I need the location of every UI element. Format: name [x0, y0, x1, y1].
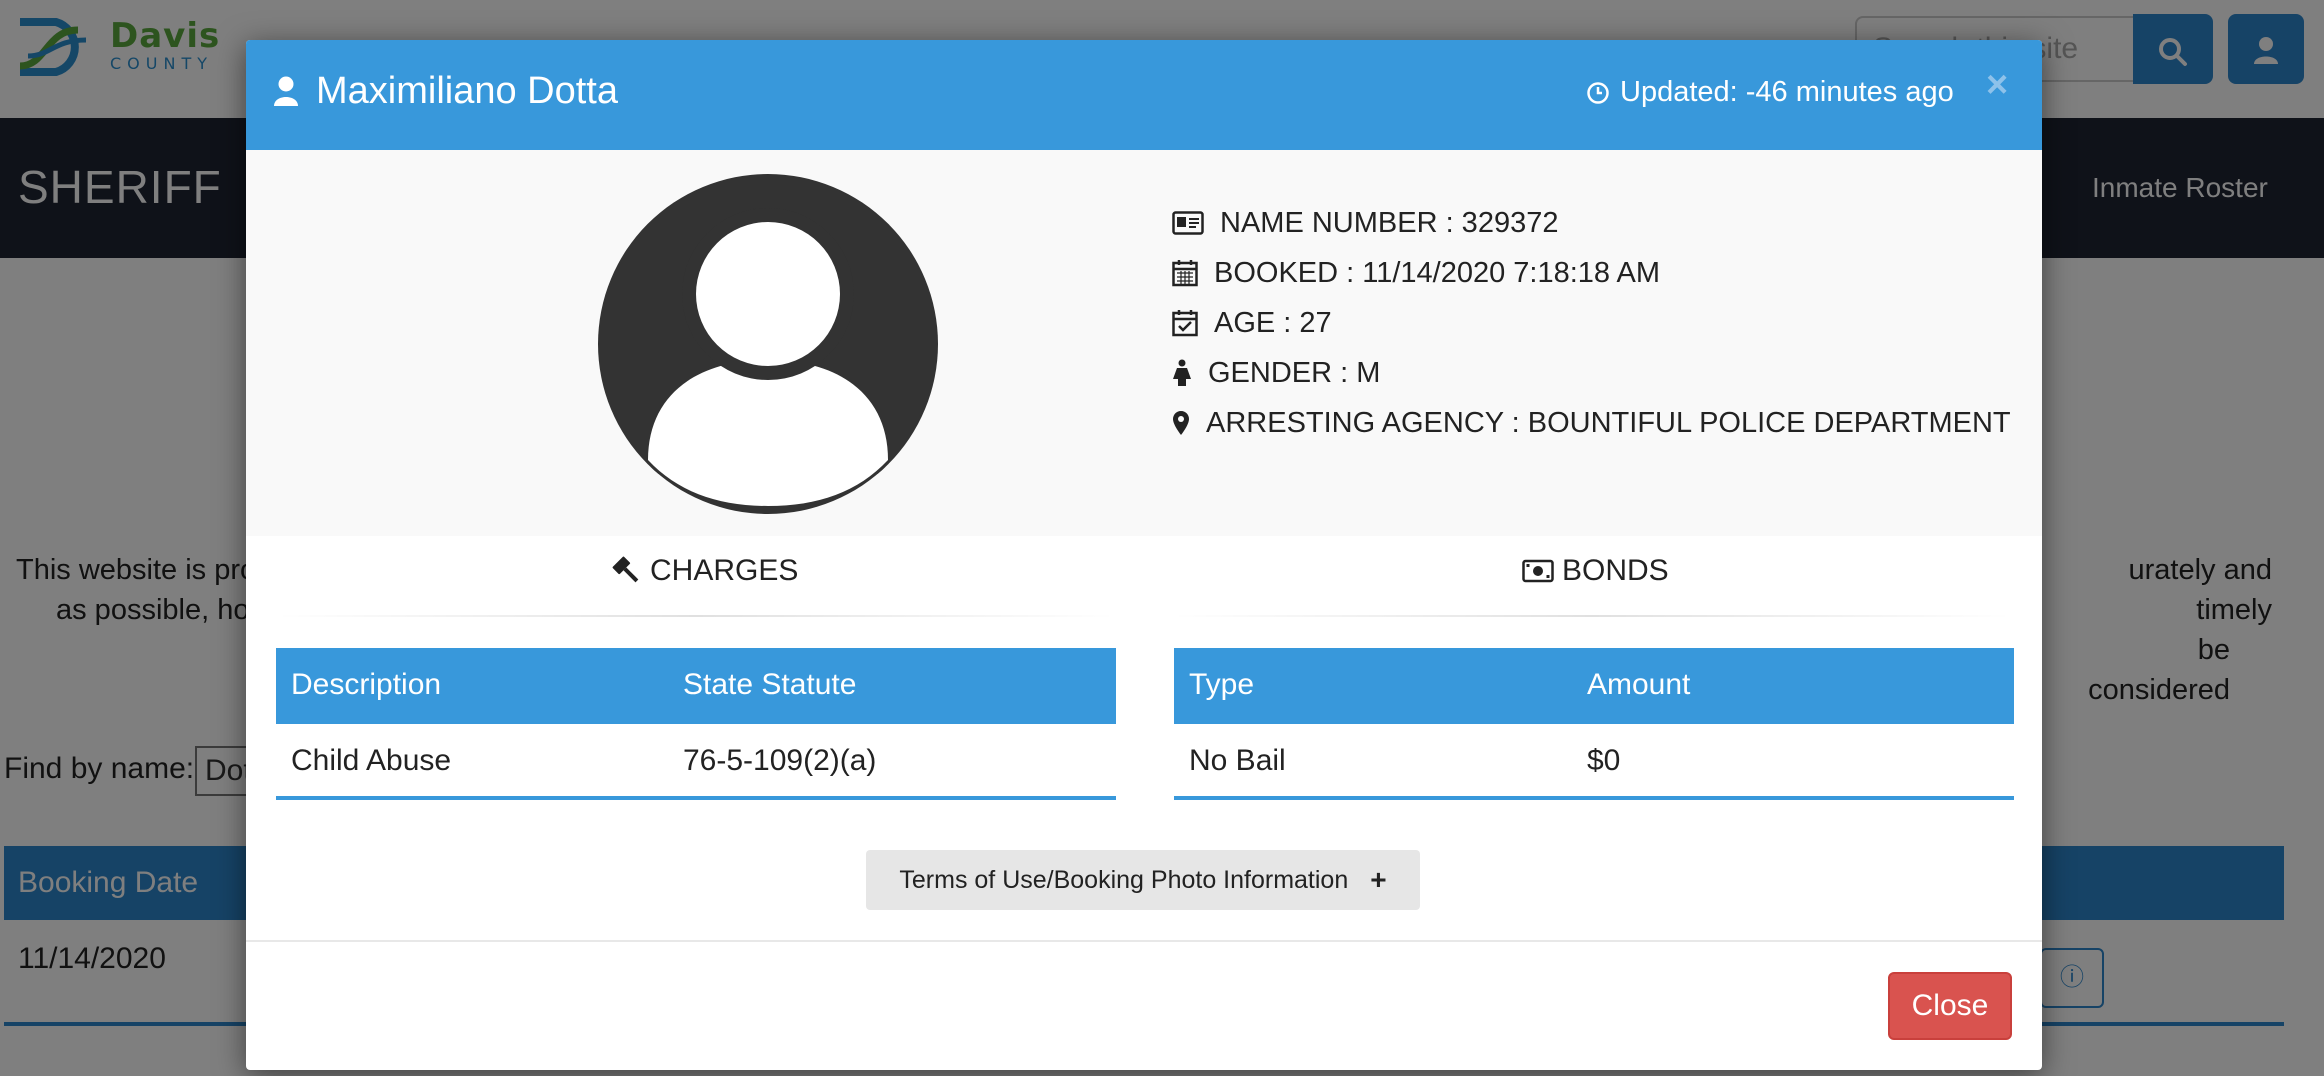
inmate-details: NAME NUMBER : 329372 BOOKED : 11/14/2020… [1172, 198, 2011, 448]
user-icon [274, 76, 298, 106]
charge-description: Child Abuse [291, 744, 452, 777]
money-icon [1522, 559, 1554, 583]
inmate-detail-modal: Maximiliano Dotta Updated: -46 minutes a… [246, 40, 2042, 1070]
charges-table: Description State Statute Child Abuse 76… [276, 648, 1116, 800]
calendar-icon [1172, 260, 1198, 287]
name-number-row: NAME NUMBER : 329372 [1172, 198, 2011, 248]
close-button[interactable]: Close [1888, 972, 2012, 1040]
clock-icon [1587, 81, 1609, 104]
charges-divider [276, 615, 1116, 617]
table-row: Child Abuse 76-5-109(2)(a) [276, 724, 1116, 800]
gavel-icon [612, 556, 639, 583]
terms-label: Terms of Use/Booking Photo Information [899, 865, 1349, 894]
gender-icon [1173, 359, 1191, 386]
gender: GENDER : M [1208, 356, 1381, 389]
column-header: Type [1189, 668, 1255, 701]
agency-row: ARRESTING AGENCY : BOUNTIFUL POLICE DEPA… [1172, 398, 2011, 448]
booked-date: BOOKED : 11/14/2020 7:18:18 AM [1214, 256, 1661, 289]
modal-title: Maximiliano Dotta [274, 70, 618, 113]
gender-row: GENDER : M [1172, 348, 2011, 398]
charges-table-header: Description State Statute [276, 648, 1116, 724]
charge-statute: 76-5-109(2)(a) [683, 744, 877, 777]
arresting-agency: ARRESTING AGENCY : BOUNTIFUL POLICE DEPA… [1206, 406, 2011, 439]
age-row: AGE : 27 [1172, 298, 2011, 348]
modal-footer-divider [246, 940, 2042, 942]
bond-type: No Bail [1189, 744, 1286, 777]
table-row: No Bail $0 [1174, 724, 2014, 800]
column-header: Amount [1587, 668, 1691, 701]
charges-title: CHARGES [612, 554, 798, 588]
column-header: State Statute [683, 668, 857, 701]
updated-status: Updated: -46 minutes ago [1586, 76, 1954, 109]
bonds-table-header: Type Amount [1174, 648, 2014, 724]
bonds-title: BONDS [1522, 554, 1669, 588]
charges-label: CHARGES [650, 554, 799, 587]
close-icon[interactable]: × [1986, 64, 2008, 107]
profile-section: NAME NUMBER : 329372 BOOKED : 11/14/2020… [246, 150, 2042, 536]
inmate-name: Maximiliano Dotta [316, 70, 618, 112]
terms-of-use-button[interactable]: Terms of Use/Booking Photo Information + [866, 850, 1420, 910]
booked-row: BOOKED : 11/14/2020 7:18:18 AM [1172, 248, 2011, 298]
avatar [598, 174, 938, 514]
bonds-divider [1172, 615, 2012, 617]
name-number: NAME NUMBER : 329372 [1220, 206, 1559, 239]
age: AGE : 27 [1214, 306, 1332, 339]
modal-header: Maximiliano Dotta Updated: -46 minutes a… [246, 40, 2042, 150]
bonds-table: Type Amount No Bail $0 [1174, 648, 2014, 800]
column-header: Description [291, 668, 442, 701]
updated-text: Updated: -46 minutes ago [1620, 76, 1954, 108]
bonds-label: BONDS [1562, 554, 1669, 587]
calendar-check-icon [1172, 310, 1198, 337]
map-marker-icon [1173, 411, 1189, 435]
plus-icon: + [1370, 864, 1387, 895]
bond-amount: $0 [1587, 744, 1621, 777]
id-card-icon [1172, 211, 1204, 235]
